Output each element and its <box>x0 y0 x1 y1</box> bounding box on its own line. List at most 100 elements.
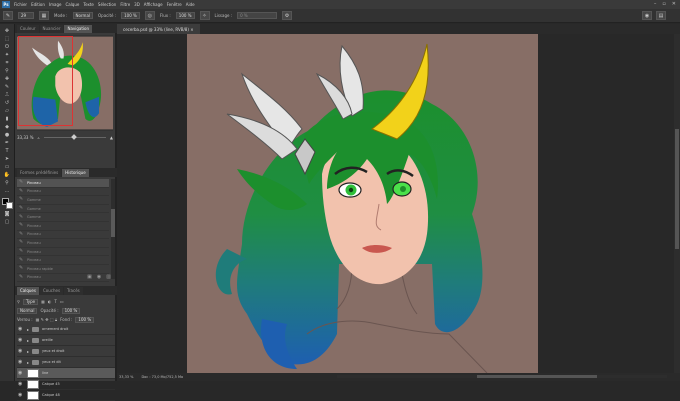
history-row[interactable]: ✎ Pinceau <box>17 188 109 197</box>
tab-color[interactable]: Couleur <box>17 25 39 33</box>
tab-channels[interactable]: Couches <box>39 287 64 295</box>
history-row[interactable]: ✎ Pinceau <box>17 248 109 257</box>
trash-icon[interactable]: ▥ <box>106 274 111 280</box>
move-tool-icon[interactable]: ✥ <box>2 27 12 35</box>
navigator-zoom-value[interactable]: 33,33 % <box>17 135 34 140</box>
zoom-slider[interactable] <box>43 134 106 140</box>
zoom-slider-knob[interactable] <box>71 134 78 140</box>
menu-select[interactable]: Sélection <box>98 2 116 7</box>
vertical-scroll-thumb[interactable] <box>675 129 679 249</box>
healing-brush-icon[interactable]: ✚ <box>2 75 12 83</box>
tab-history[interactable]: Historique <box>62 169 89 177</box>
close-doc-icon[interactable]: × <box>190 27 193 32</box>
airbrush-icon[interactable]: ✧ <box>199 11 210 20</box>
menu-layer[interactable]: Calque <box>65 2 79 7</box>
maximize-icon[interactable]: ▫ <box>662 1 665 7</box>
filter-adjust-icon[interactable]: ◐ <box>48 299 52 304</box>
smoothing-field[interactable]: 0 % <box>237 12 278 19</box>
history-row[interactable]: ✎ Pinceau <box>17 179 109 188</box>
history-scroll-thumb[interactable] <box>111 209 115 237</box>
background-color[interactable] <box>5 202 13 209</box>
filter-pixel-icon[interactable]: ▦ <box>41 299 45 304</box>
layer-row[interactable]: ◉ line <box>17 368 115 379</box>
pressure-opacity-icon[interactable]: ◎ <box>144 11 155 20</box>
layer-row[interactable]: ◉ ▸ ornement droit <box>17 324 115 335</box>
hand-tool-icon[interactable]: ✋ <box>2 171 12 179</box>
menu-view[interactable]: Affichage <box>144 2 163 7</box>
eye-icon[interactable]: ◉ <box>18 392 24 398</box>
lasso-tool-icon[interactable]: ʘ <box>2 43 12 51</box>
shape-tool-icon[interactable]: ▭ <box>2 163 12 171</box>
quick-mask-icon[interactable]: ◙ <box>2 210 12 218</box>
expand-arrow-icon[interactable]: ▸ <box>27 327 29 332</box>
eraser-tool-icon[interactable]: ▱ <box>2 107 12 115</box>
clone-stamp-icon[interactable]: ⎍ <box>2 91 12 99</box>
history-row[interactable]: ✎ Pinceau <box>17 256 109 265</box>
canvas-horizontal-scrollbar[interactable] <box>337 375 667 378</box>
menu-help[interactable]: Aide <box>186 2 195 7</box>
close-icon[interactable]: ✕ <box>672 1 676 7</box>
horizontal-scroll-thumb[interactable] <box>477 375 597 378</box>
brush-panel-icon[interactable]: ▦ <box>39 11 49 20</box>
type-tool-icon[interactable]: T <box>2 147 12 155</box>
brush-size-field[interactable]: 29 <box>18 12 34 19</box>
eyedropper-icon[interactable]: ⚲ <box>2 67 12 75</box>
pen-tool-icon[interactable]: ✒ <box>2 139 12 147</box>
lock-icons[interactable]: ▦ ✎ ✥ ⬚ 🔒︎ <box>36 317 57 322</box>
menu-filter[interactable]: Filtre <box>120 2 130 7</box>
blur-tool-icon[interactable]: ◆ <box>2 123 12 131</box>
status-zoom[interactable]: 33,33 % <box>119 375 133 379</box>
canvas[interactable] <box>187 34 538 373</box>
new-doc-from-state-icon[interactable]: ▣ <box>87 274 92 280</box>
blend-mode-select[interactable]: Normal <box>17 307 38 314</box>
eye-icon[interactable]: ◉ <box>18 337 24 343</box>
history-row[interactable]: ✎ Gomme <box>17 196 109 205</box>
mode-select[interactable]: Normal <box>72 12 94 19</box>
eye-icon[interactable]: ◉ <box>18 326 24 332</box>
fill-field[interactable]: 100 % <box>75 316 95 323</box>
menu-3d[interactable]: 3D <box>134 2 140 7</box>
flow-field[interactable]: 100 % <box>175 12 195 19</box>
layer-row[interactable]: ◉ ▸ oreille <box>17 335 115 346</box>
history-row[interactable]: ✎ Gomme <box>17 213 109 222</box>
menu-window[interactable]: Fenêtre <box>167 2 182 7</box>
document-tab[interactable]: cecerba.psd @ 33% (line, RVB/8) × <box>117 24 200 34</box>
eye-icon[interactable]: ◉ <box>18 381 24 387</box>
layer-kind-filter[interactable]: Type <box>22 298 39 305</box>
filter-shape-icon[interactable]: ▭ <box>60 299 64 304</box>
workspace-icon[interactable]: ▤ <box>656 11 666 20</box>
gradient-tool-icon[interactable]: ▮ <box>2 115 12 123</box>
quick-select-icon[interactable]: ✦ <box>2 51 12 59</box>
tab-paths[interactable]: Tracés <box>64 287 83 295</box>
history-row[interactable]: ✎ Pinceau <box>17 222 109 231</box>
more-tools-icon[interactable]: … <box>2 187 12 195</box>
crop-tool-icon[interactable]: ⌗ <box>2 59 12 67</box>
expand-arrow-icon[interactable]: ▸ <box>27 338 29 343</box>
tab-layers[interactable]: Calques <box>17 287 39 295</box>
layer-row[interactable]: ◉ ▸ yeux et droit <box>17 346 115 357</box>
menu-type[interactable]: Texte <box>83 2 94 7</box>
eye-icon[interactable]: ◉ <box>18 348 24 354</box>
menu-image[interactable]: Image <box>49 2 62 7</box>
navigator-preview[interactable] <box>17 35 113 131</box>
dodge-tool-icon[interactable]: ● <box>2 131 12 139</box>
tab-shapes[interactable]: Formes prédéfinies <box>17 169 62 177</box>
color-swatches[interactable] <box>1 198 13 210</box>
expand-arrow-icon[interactable]: ▸ <box>27 360 29 365</box>
status-doc-info[interactable]: Doc : 73,0 Mo/752,5 Mo <box>141 375 183 379</box>
layer-row[interactable]: ◉ ▸ yeux et dit <box>17 357 115 368</box>
settings-gear-icon[interactable]: ⚙ <box>282 11 293 20</box>
history-scrollbar[interactable] <box>111 179 115 279</box>
expand-arrow-icon[interactable]: ▸ <box>27 349 29 354</box>
canvas-vertical-scrollbar[interactable] <box>674 34 680 373</box>
tab-swatches[interactable]: Nuancier <box>39 25 64 33</box>
marquee-tool-icon[interactable]: ⬚ <box>2 35 12 43</box>
filter-text-icon[interactable]: T <box>54 299 56 304</box>
tab-navigator[interactable]: Navigation <box>64 25 93 33</box>
pressure-size-icon[interactable]: ◉ <box>642 11 652 20</box>
screen-mode-icon[interactable]: ▢ <box>2 218 12 226</box>
brush-tool-icon[interactable]: ✎ <box>2 83 12 91</box>
zoom-in-icon[interactable]: ▲ <box>110 135 113 140</box>
menu-file[interactable]: Fichier <box>14 2 27 7</box>
history-row[interactable]: ✎ Pinceau <box>17 239 109 248</box>
